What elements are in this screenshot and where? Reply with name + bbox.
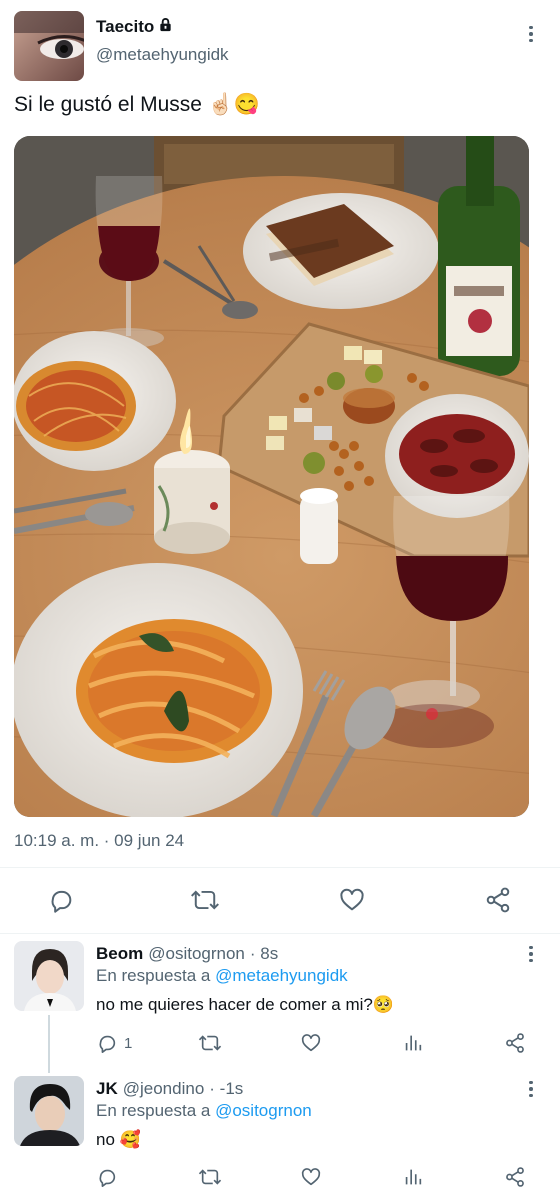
share-icon — [506, 1033, 524, 1053]
more-options-icon[interactable] — [521, 1079, 541, 1099]
author-handle[interactable]: @metaehyungidk — [96, 45, 229, 65]
reply-avatar[interactable] — [14, 1076, 84, 1146]
share-icon — [486, 887, 510, 913]
share-button[interactable] — [504, 1166, 526, 1193]
tweet-text: Si le gustó el Musse ☝🏻😋 — [14, 93, 261, 116]
divider — [0, 867, 560, 868]
reply-author-name[interactable]: Beom — [96, 944, 143, 964]
author-avatar[interactable] — [14, 11, 84, 81]
retweet-button[interactable] — [198, 1032, 222, 1059]
retweet-icon — [191, 890, 219, 910]
more-options-icon[interactable] — [521, 24, 541, 44]
heart-icon — [340, 888, 364, 911]
reply-author-name[interactable]: JK — [96, 1079, 118, 1099]
tweet-photo[interactable] — [14, 136, 529, 817]
like-button[interactable] — [300, 1032, 322, 1059]
retweet-icon — [198, 1035, 222, 1051]
retweet-button[interactable] — [190, 886, 220, 919]
reply-text: no 🥰 — [96, 1130, 141, 1149]
reply-author-handle[interactable]: @jeondino — [123, 1079, 205, 1099]
like-button[interactable] — [300, 1166, 322, 1193]
thread-line — [48, 1015, 50, 1073]
analytics-button[interactable] — [402, 1032, 424, 1059]
reply-to-link[interactable]: @metaehyungidk — [215, 966, 348, 985]
reply-button[interactable]: 1 — [96, 1032, 132, 1054]
lock-icon — [158, 17, 173, 37]
reply-context-label: En respuesta a — [96, 966, 211, 985]
reply-to-link[interactable]: @ositogrnon — [215, 1101, 312, 1120]
reply-icon — [99, 1035, 116, 1053]
like-button[interactable] — [338, 886, 366, 919]
share-icon — [506, 1167, 524, 1187]
reply-time[interactable]: · -1s — [209, 1079, 243, 1099]
reply-button[interactable] — [47, 886, 75, 919]
reply-icon — [51, 890, 72, 913]
heart-icon — [301, 1168, 321, 1186]
heart-icon — [301, 1034, 321, 1052]
reply-button[interactable] — [96, 1166, 124, 1188]
divider — [0, 933, 560, 934]
tweet-timestamp[interactable]: 10:19 a. m. · 09 jun 24 — [14, 831, 184, 851]
reply-avatar[interactable] — [14, 941, 84, 1011]
reply-icon — [99, 1169, 116, 1187]
author-name[interactable]: Taecito — [96, 17, 154, 37]
analytics-icon — [405, 1169, 422, 1185]
share-button[interactable] — [504, 1032, 526, 1059]
reply-author-handle[interactable]: @ositogrnon — [148, 944, 245, 964]
reply-time[interactable]: · 8s — [250, 944, 278, 964]
reply-count: 1 — [124, 1034, 133, 1052]
dinner-table-image — [14, 136, 529, 817]
retweet-icon — [198, 1169, 222, 1185]
analytics-button[interactable] — [402, 1166, 424, 1193]
more-options-icon[interactable] — [521, 944, 541, 964]
reply-context-label: En respuesta a — [96, 1101, 211, 1120]
reply-text: no me quieres hacer de comer a mi?🥺 — [96, 995, 395, 1014]
retweet-button[interactable] — [198, 1166, 222, 1193]
analytics-icon — [405, 1035, 422, 1051]
share-button[interactable] — [484, 886, 512, 919]
